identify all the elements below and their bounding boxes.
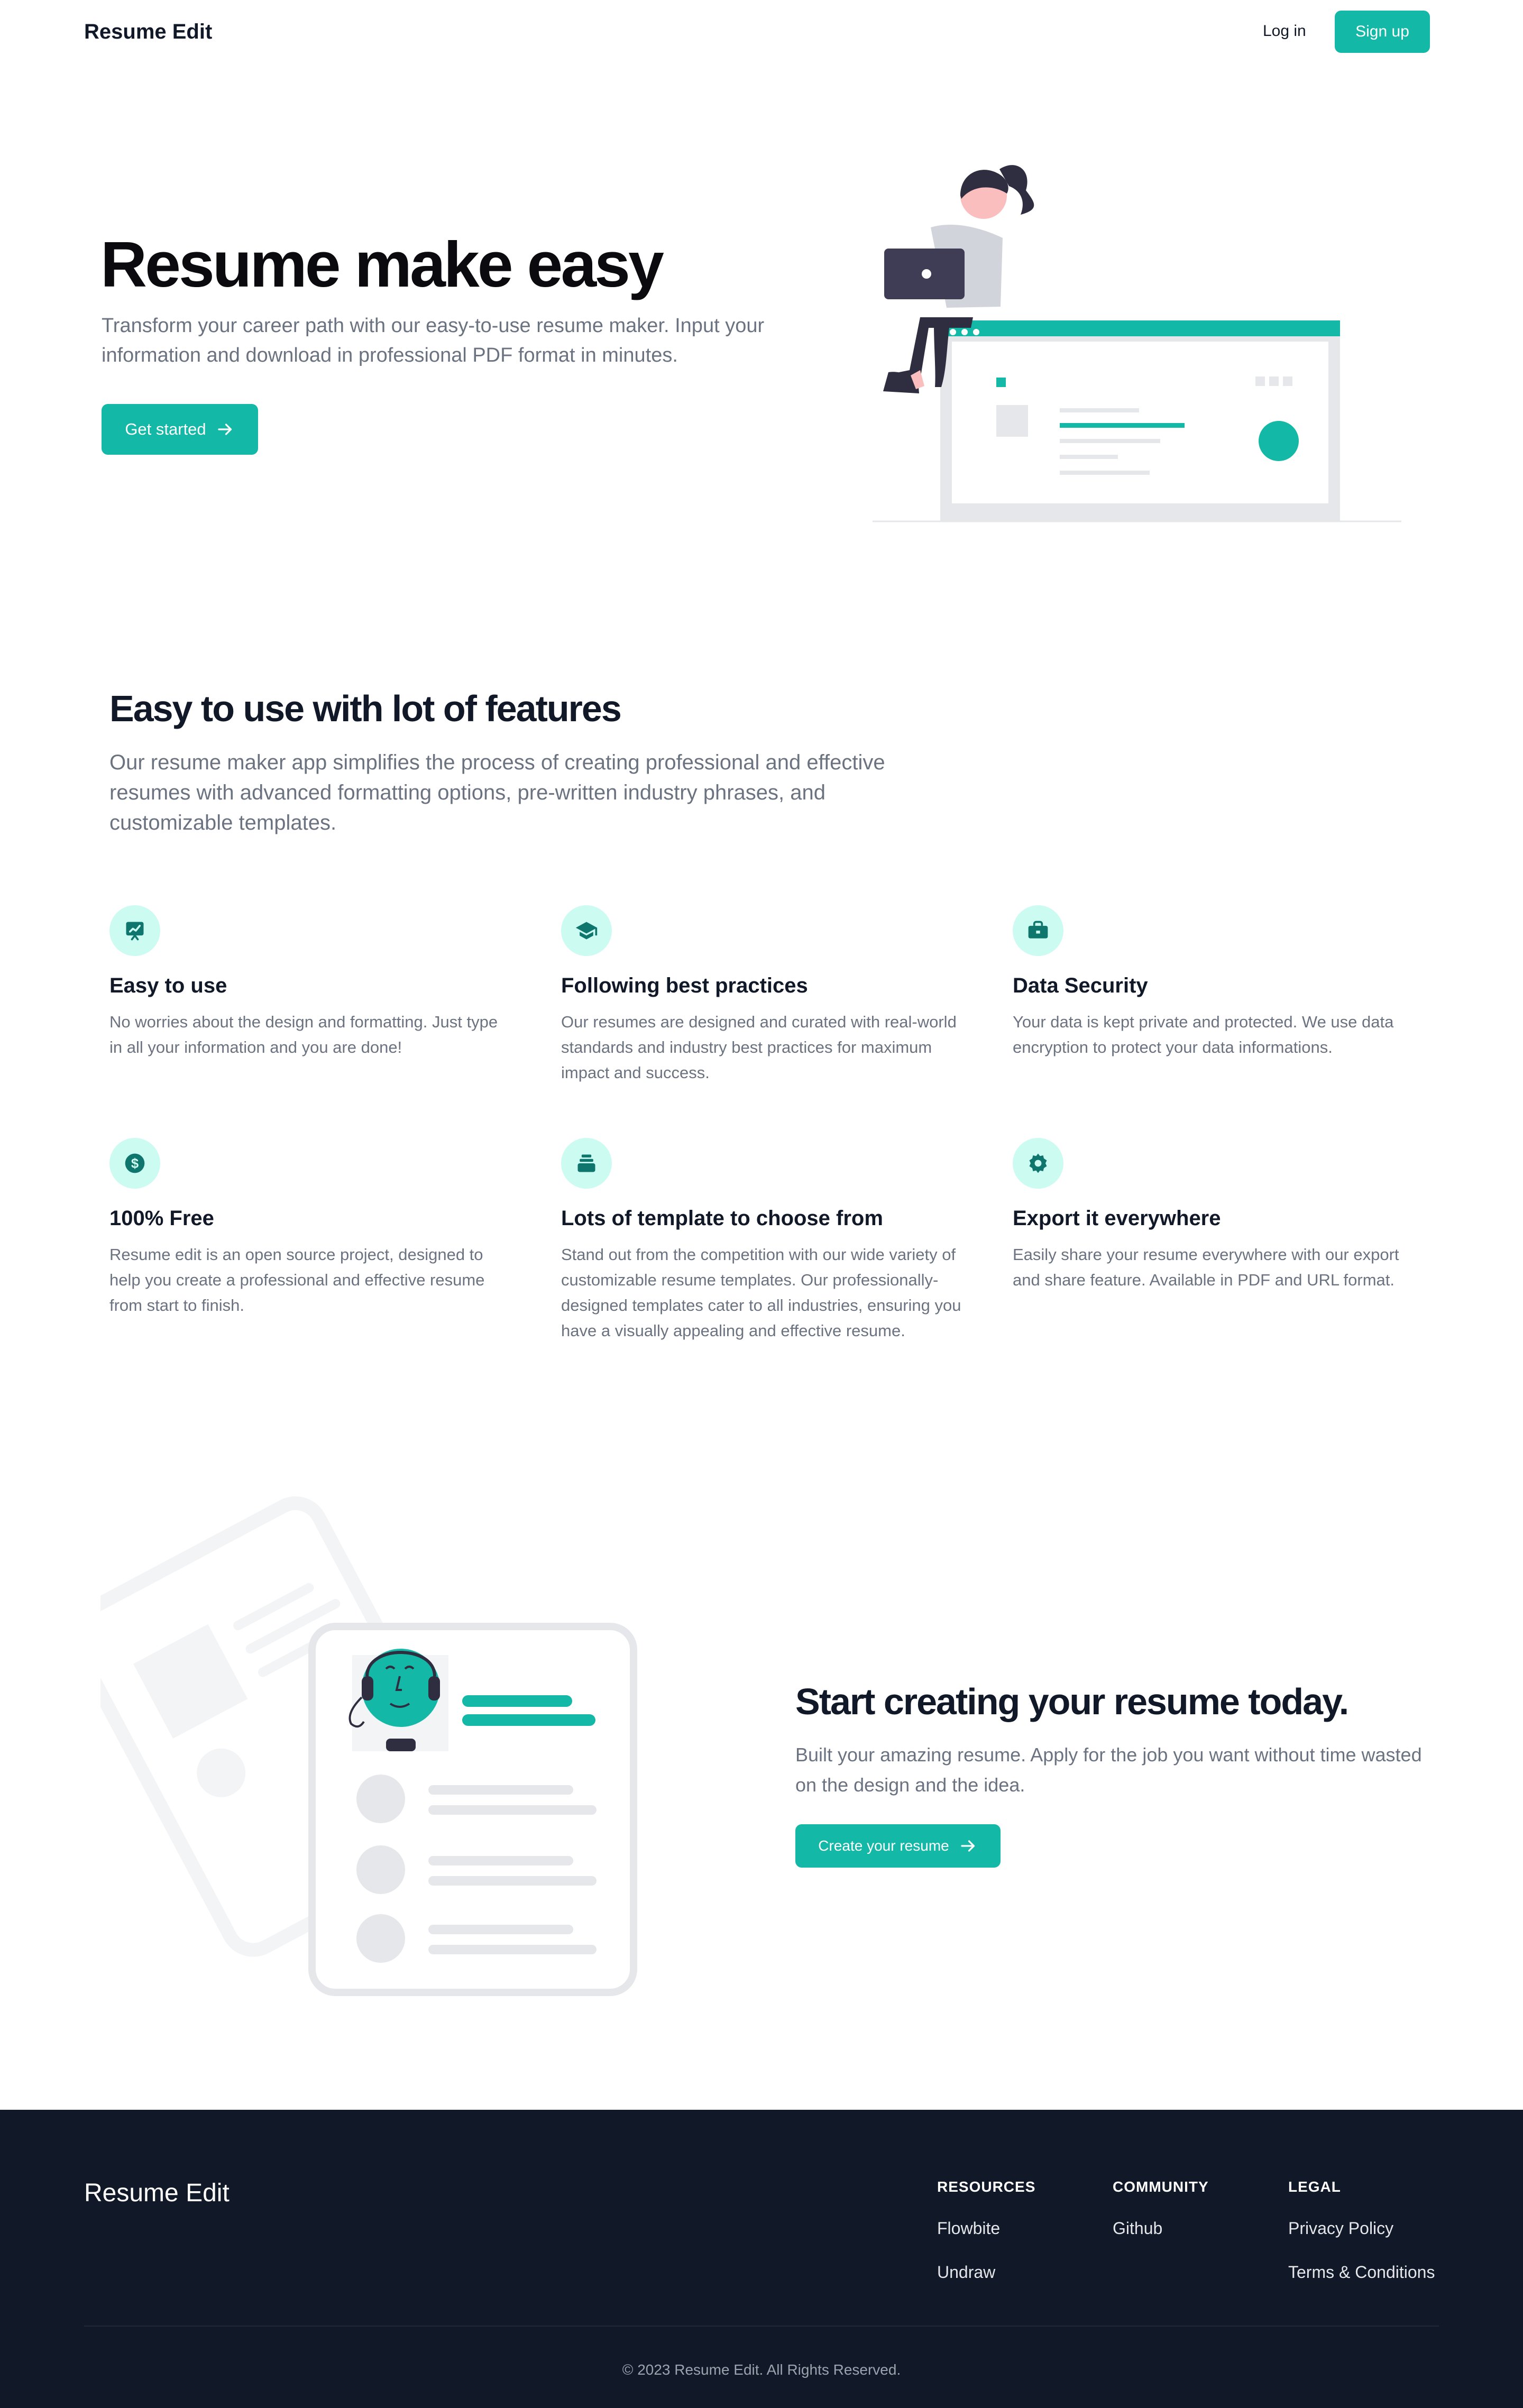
footer-link-github[interactable]: Github <box>1113 2219 1209 2238</box>
feature-title: Easy to use <box>109 974 227 997</box>
footer-column-title: LEGAL <box>1288 2179 1341 2195</box>
create-resume-button[interactable]: Create your resume <box>795 1824 1001 1868</box>
dollar-icon: $ <box>125 1153 145 1173</box>
feature-title: 100% Free <box>109 1207 214 1230</box>
top-nav: Resume Edit Log in Sign up <box>0 0 1523 63</box>
footer-link-privacy-policy[interactable]: Privacy Policy <box>1288 2219 1435 2238</box>
get-started-label: Get started <box>125 420 206 438</box>
hero-title: Resume make easy <box>100 228 664 300</box>
template-stack-icon <box>577 1154 595 1172</box>
briefcase-icon <box>1028 921 1048 939</box>
feature-description: Your data is kept private and protected.… <box>1013 1013 1394 1056</box>
feature-description: Easily share your resume everywhere with… <box>1013 1245 1399 1289</box>
feature-description: Stand out from the competition with our … <box>561 1245 961 1340</box>
hero-illustration <box>873 165 1401 522</box>
cta-title: Start creating your resume today. <box>795 1681 1349 1722</box>
footer-column-resources: RESOURCES Flowbite Undraw <box>937 2179 1035 2282</box>
footer-link-flowbite[interactable]: Flowbite <box>937 2219 1035 2238</box>
features-subtitle: Our resume maker app simplifies the proc… <box>109 751 885 834</box>
feature-icon-badge <box>1013 905 1063 956</box>
signup-button[interactable]: Sign up <box>1335 11 1430 53</box>
svg-text:$: $ <box>131 1156 139 1171</box>
feature-icon-badge <box>1013 1138 1063 1189</box>
feature-icon-badge <box>109 905 160 956</box>
feature-card: Easy to use No worries about the design … <box>109 905 511 1060</box>
footer: Resume Edit RESOURCES Flowbite Undraw CO… <box>0 2110 1523 2408</box>
resume-illustration <box>100 1496 637 1996</box>
footer-link-undraw[interactable]: Undraw <box>937 2263 1035 2282</box>
feature-description: Resume edit is an open source project, d… <box>109 1245 485 1315</box>
footer-column-title: RESOURCES <box>937 2179 1036 2195</box>
feature-title: Following best practices <box>561 974 808 997</box>
feature-title: Lots of template to choose from <box>561 1207 883 1230</box>
feature-card: Following best practices Our resumes are… <box>561 905 963 1086</box>
footer-copyright: © 2023 Resume Edit. All Rights Reserved. <box>622 2361 901 2378</box>
feature-description: No worries about the design and formatti… <box>109 1013 498 1056</box>
features-title: Easy to use with lot of features <box>109 688 622 729</box>
hero-subtitle: Transform your career path with our easy… <box>102 315 765 366</box>
cta-subtitle: Built your amazing resume. Apply for the… <box>795 1744 1422 1796</box>
footer-column-title: COMMUNITY <box>1113 2179 1209 2195</box>
footer-divider <box>84 2326 1439 2327</box>
feature-card: Export it everywhere Easily share your r… <box>1013 1138 1415 1293</box>
arrow-right-icon <box>218 424 232 435</box>
brand-logo[interactable]: Resume Edit <box>84 20 212 44</box>
feature-icon-badge: $ <box>109 1138 160 1189</box>
presentation-chart-icon <box>126 922 144 941</box>
gear-icon <box>1029 1153 1047 1173</box>
feature-title: Data Security <box>1013 974 1148 997</box>
get-started-button[interactable]: Get started <box>102 404 258 455</box>
footer-brand[interactable]: Resume Edit <box>84 2179 230 2208</box>
feature-description: Our resumes are designed and curated wit… <box>561 1013 957 1082</box>
graduation-cap-icon <box>575 922 598 940</box>
feature-card: Data Security Your data is kept private … <box>1013 905 1415 1060</box>
feature-card: $ 100% Free Resume edit is an open sourc… <box>109 1138 511 1318</box>
feature-icon-badge <box>561 1138 612 1189</box>
create-resume-label: Create your resume <box>818 1837 949 1854</box>
feature-title: Export it everywhere <box>1013 1207 1221 1230</box>
footer-link-terms[interactable]: Terms & Conditions <box>1288 2263 1435 2282</box>
arrow-right-icon <box>961 1840 975 1852</box>
footer-column-community: COMMUNITY Github <box>1113 2179 1209 2238</box>
feature-icon-badge <box>561 905 612 956</box>
feature-card: Lots of template to choose from Stand ou… <box>561 1138 963 1344</box>
footer-column-legal: LEGAL Privacy Policy Terms & Conditions <box>1288 2179 1435 2282</box>
login-link[interactable]: Log in <box>1263 22 1306 40</box>
